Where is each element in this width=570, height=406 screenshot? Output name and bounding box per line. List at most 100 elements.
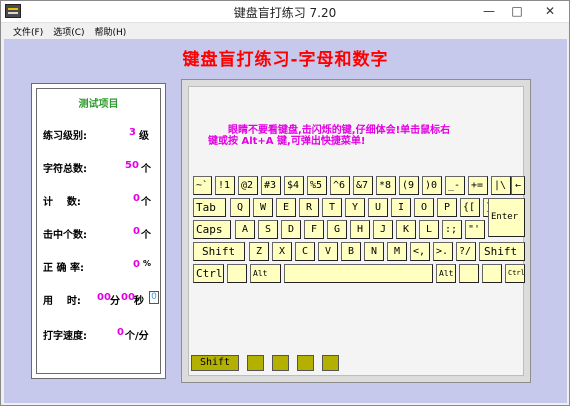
key-u[interactable]: U	[368, 198, 388, 217]
keyboard-panel: 眼睛不要看键盘,击闪烁的键,仔细体会!单击鼠标右 键或按 Alt+A 键,可弹出…	[181, 79, 531, 383]
key-enter[interactable]: Enter	[488, 198, 525, 237]
key-i[interactable]: I	[391, 198, 411, 217]
key-d[interactable]: D	[281, 220, 301, 239]
key-semicolon[interactable]: :;	[442, 220, 462, 239]
stat-total: 字符总数: 50 个	[43, 160, 156, 176]
instruction-line-1: 眼睛不要看键盘,击闪烁的键,仔细体会!单击鼠标右	[228, 125, 451, 136]
key-backtick[interactable]: ~`	[193, 176, 212, 195]
stat-time-label: 用 时:	[43, 296, 81, 307]
key-3[interactable]: #3	[261, 176, 281, 195]
key-right-shift[interactable]: Shift	[479, 242, 525, 261]
stat-hits-label: 击中个数:	[43, 230, 87, 241]
key-left-shift[interactable]: Shift	[193, 242, 245, 261]
indicator-4	[322, 355, 339, 371]
menu-help[interactable]: 帮助(H)	[95, 25, 127, 38]
key-p[interactable]: P	[437, 198, 457, 217]
stat-accuracy-unit: %	[143, 259, 152, 268]
minimize-button[interactable]: —	[475, 1, 503, 21]
instruction-line-2: 键或按 Alt+A 键,可弹出快捷菜单!	[208, 136, 366, 147]
key-minus[interactable]: _-	[445, 176, 465, 195]
key-left-alt[interactable]: Alt	[250, 264, 281, 283]
key-j[interactable]: J	[373, 220, 393, 239]
menu-file[interactable]: 文件(F)	[13, 25, 43, 38]
client-area: 键盘盲打练习-字母和数字 测试项目 练习级别: 3 级 字符总数: 50 个 计…	[4, 39, 567, 403]
key-l[interactable]: L	[419, 220, 439, 239]
stats-panel: 测试项目 练习级别: 3 级 字符总数: 50 个 计 数: 0 个 击中个数:…	[31, 83, 166, 379]
key-0[interactable]: )0	[422, 176, 442, 195]
window-controls: — □ ✕	[475, 1, 569, 21]
stat-speed-value: 0	[117, 327, 124, 338]
stat-count-label: 计 数:	[43, 197, 81, 208]
key-7[interactable]: &7	[353, 176, 373, 195]
stat-hits: 击中个数: 0 个	[43, 226, 156, 242]
key-space[interactable]	[284, 264, 433, 283]
key-z[interactable]: Z	[249, 242, 269, 261]
key-1[interactable]: !1	[215, 176, 235, 195]
key-y[interactable]: Y	[345, 198, 365, 217]
stat-total-label: 字符总数:	[43, 164, 87, 175]
stats-title: 测试项目	[78, 99, 119, 110]
key-backspace[interactable]: ←	[511, 176, 525, 195]
key-slash[interactable]: ?/	[456, 242, 476, 261]
key-e[interactable]: E	[276, 198, 296, 217]
key-right-ctrl[interactable]: Ctrl	[505, 264, 525, 283]
stat-time-seconds-unit: 秒	[134, 296, 144, 307]
stats-panel-inner: 测试项目 练习级别: 3 级 字符总数: 50 个 计 数: 0 个 击中个数:…	[36, 88, 161, 374]
key-f[interactable]: F	[304, 220, 324, 239]
key-left-win[interactable]	[227, 264, 247, 283]
key-caps[interactable]: Caps	[193, 220, 231, 239]
key-s[interactable]: S	[258, 220, 278, 239]
stat-total-value: 50	[125, 160, 139, 171]
key-comma[interactable]: <,	[410, 242, 430, 261]
key-open-bracket[interactable]: {[	[460, 198, 480, 217]
maximize-button[interactable]: □	[503, 1, 531, 21]
key-m[interactable]: M	[387, 242, 407, 261]
key-backslash[interactable]: |\	[491, 176, 511, 195]
stat-accuracy-value: 0	[133, 259, 140, 270]
key-quote[interactable]: "'	[465, 220, 485, 239]
key-equals[interactable]: +=	[468, 176, 488, 195]
key-r[interactable]: R	[299, 198, 319, 217]
stat-accuracy: 正 确 率: 0 %	[43, 259, 156, 275]
stat-count: 计 数: 0 个	[43, 193, 156, 209]
key-right-alt[interactable]: Alt	[436, 264, 456, 283]
key-tab[interactable]: Tab	[193, 198, 226, 217]
stat-level: 练习级别: 3 级	[43, 127, 156, 143]
stat-count-value: 0	[133, 193, 140, 204]
key-period[interactable]: >.	[433, 242, 453, 261]
app-window: 键盘盲打练习 7.20 — □ ✕ 文件(F) 选项(C) 帮助(H) 键盘盲打…	[0, 0, 570, 406]
key-q[interactable]: Q	[230, 198, 250, 217]
instruction-text: 眼睛不要看键盘,击闪烁的键,仔细体会!单击鼠标右 键或按 Alt+A 键,可弹出…	[208, 125, 538, 147]
key-menu[interactable]	[482, 264, 502, 283]
key-9[interactable]: (9	[399, 176, 419, 195]
page-title: 键盘盲打练习-字母和数字	[182, 50, 389, 70]
key-k[interactable]: K	[396, 220, 416, 239]
key-4[interactable]: $4	[284, 176, 304, 195]
key-x[interactable]: X	[272, 242, 292, 261]
key-5[interactable]: %5	[307, 176, 327, 195]
stat-time-minutes: 00	[97, 292, 111, 303]
stat-time-minutes-unit: 分	[110, 296, 120, 307]
close-button[interactable]: ✕	[531, 1, 569, 21]
key-b[interactable]: B	[341, 242, 361, 261]
key-8[interactable]: *8	[376, 176, 396, 195]
key-t[interactable]: T	[322, 198, 342, 217]
key-n[interactable]: N	[364, 242, 384, 261]
key-a[interactable]: A	[235, 220, 255, 239]
stat-level-value: 3	[129, 127, 136, 138]
key-right-win[interactable]	[459, 264, 479, 283]
key-c[interactable]: C	[295, 242, 315, 261]
key-g[interactable]: G	[327, 220, 347, 239]
key-h[interactable]: H	[350, 220, 370, 239]
key-6[interactable]: ^6	[330, 176, 350, 195]
key-w[interactable]: W	[253, 198, 273, 217]
key-left-ctrl[interactable]: Ctrl	[193, 264, 224, 283]
indicator-1	[247, 355, 264, 371]
key-o[interactable]: O	[414, 198, 434, 217]
shift-indicator: Shift	[191, 355, 239, 371]
key-v[interactable]: V	[318, 242, 338, 261]
key-2[interactable]: @2	[238, 176, 258, 195]
stat-total-unit: 个	[141, 164, 151, 175]
menu-options[interactable]: 选项(C)	[53, 25, 84, 38]
indicator-2	[272, 355, 289, 371]
